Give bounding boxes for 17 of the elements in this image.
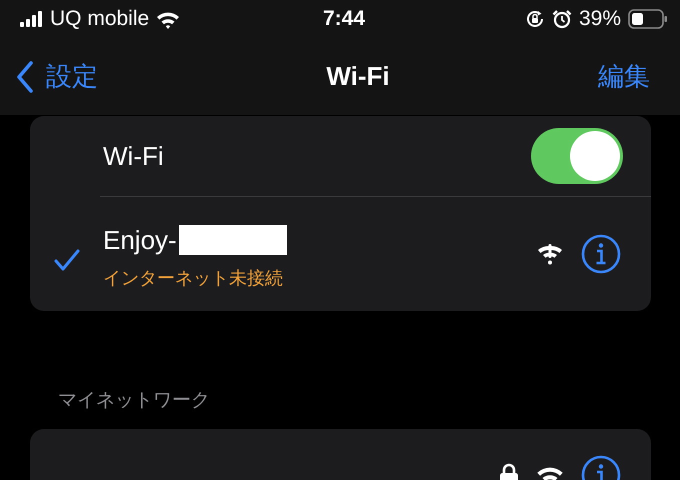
- network-name: Enjoy-: [103, 224, 177, 256]
- clock-time: 7:44: [322, 7, 366, 31]
- connection-status: インターネット未接続: [103, 266, 284, 290]
- rotation-lock-icon: [524, 9, 545, 29]
- alarm-clock-icon: [552, 9, 572, 29]
- screen-title: Wi-Fi: [326, 61, 390, 92]
- battery-percent: 39%: [578, 7, 621, 31]
- row-label: Wi-Fi: [103, 140, 164, 172]
- carrier-name: UQ mobile: [50, 7, 150, 31]
- signal-icon: [20, 11, 44, 27]
- back-chevron-icon: [16, 60, 34, 92]
- edit-button[interactable]: 編集: [598, 59, 650, 94]
- battery-icon: [628, 9, 668, 29]
- section-header: マイネットワーク: [58, 389, 211, 413]
- info-icon[interactable]: [581, 234, 621, 274]
- wifi-warning-icon: [535, 241, 565, 267]
- back-button[interactable]: 設定: [16, 59, 98, 94]
